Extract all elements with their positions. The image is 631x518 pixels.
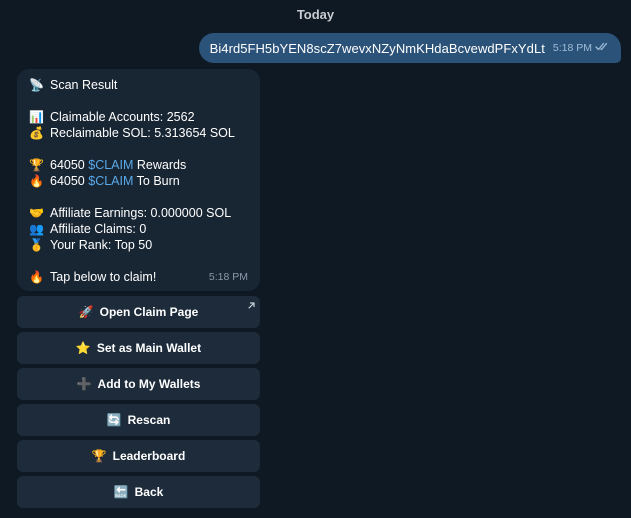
arrow-up-right-icon: [247, 299, 256, 313]
refresh-icon: 🔄: [106, 413, 122, 427]
bar-chart-icon: 📊: [29, 110, 44, 124]
rescan-button[interactable]: 🔄 Rescan: [17, 404, 260, 436]
claim-prompt-text: Tap below to claim!: [50, 270, 157, 284]
burn-amount: 64050: [50, 174, 85, 188]
rewards-line: 🏆 64050 $CLAIM Rewards: [29, 157, 250, 173]
handshake-icon: 🤝: [29, 206, 44, 220]
date-separator: Today: [296, 7, 335, 22]
burn-line: 🔥 64050 $CLAIM To Burn: [29, 173, 250, 189]
claim-cashtag-link[interactable]: $CLAIM: [88, 158, 133, 172]
rank-text: Your Rank: Top 50: [50, 238, 153, 252]
add-to-wallets-label: Add to My Wallets: [97, 377, 201, 391]
incoming-message[interactable]: 📡 Scan Result 📊 Claimable Accounts: 2562 💰…: [17, 69, 260, 291]
incoming-message-time: 5:18 PM: [208, 271, 248, 283]
set-main-wallet-label: Set as Main Wallet: [96, 341, 202, 355]
back-button[interactable]: 🔙 Back: [17, 476, 260, 508]
claimable-accounts-text: Claimable Accounts: 2562: [50, 110, 195, 124]
affiliate-claims-line: 👥 Affiliate Claims: 0: [29, 221, 250, 237]
rocket-icon: 🚀: [78, 305, 94, 319]
fire-icon: 🔥: [29, 270, 44, 284]
back-arrow-icon: 🔙: [113, 485, 129, 499]
rescan-label: Rescan: [127, 413, 171, 427]
star-icon: ⭐: [75, 341, 91, 355]
set-main-wallet-button[interactable]: ⭐ Set as Main Wallet: [17, 332, 260, 364]
outgoing-message-time: 5:18 PM: [552, 42, 592, 54]
scan-result-title: 📡 Scan Result: [29, 77, 250, 93]
back-label: Back: [134, 485, 164, 499]
claim-cashtag-link[interactable]: $CLAIM: [88, 174, 133, 188]
outgoing-message-meta: 5:18 PM: [553, 42, 609, 54]
trophy-icon: 🏆: [91, 449, 107, 463]
trophy-icon: 🏆: [29, 158, 44, 172]
rank-line: 🥇 Your Rank: Top 50: [29, 237, 250, 253]
affiliate-earnings-line: 🤝 Affiliate Earnings: 0.000000 SOL: [29, 205, 250, 221]
plus-icon: ➕: [76, 377, 92, 391]
money-bag-icon: 💰: [29, 126, 44, 140]
outgoing-message-text: Bi4rd5FH5bYEN8scZ7wevxNZyNmKHdaBcvewdPFx…: [209, 40, 545, 56]
add-to-wallets-button[interactable]: ➕ Add to My Wallets: [17, 368, 260, 400]
leaderboard-button[interactable]: 🏆 Leaderboard: [17, 440, 260, 472]
affiliate-claims-text: Affiliate Claims: 0: [50, 222, 147, 236]
people-icon: 👥: [29, 222, 44, 236]
outgoing-message[interactable]: Bi4rd5FH5bYEN8scZ7wevxNZyNmKHdaBcvewdPFx…: [198, 33, 621, 63]
rewards-amount: 64050: [50, 158, 85, 172]
scan-result-title-text: Scan Result: [50, 78, 118, 92]
burn-suffix: To Burn: [136, 174, 180, 188]
rewards-suffix: Rewards: [136, 158, 187, 172]
reclaimable-sol-text: Reclaimable SOL: 5.313654 SOL: [50, 126, 235, 140]
affiliate-earnings-text: Affiliate Earnings: 0.000000 SOL: [50, 206, 232, 220]
open-claim-page-label: Open Claim Page: [99, 305, 199, 319]
leaderboard-label: Leaderboard: [112, 449, 186, 463]
medal-icon: 🥇: [29, 238, 44, 252]
reclaimable-sol-line: 💰 Reclaimable SOL: 5.313654 SOL: [29, 125, 250, 141]
claimable-accounts-line: 📊 Claimable Accounts: 2562: [29, 109, 250, 125]
fire-icon: 🔥: [29, 174, 44, 188]
open-claim-page-button[interactable]: 🚀 Open Claim Page: [17, 296, 260, 328]
double-check-icon: [595, 42, 609, 54]
satellite-antenna-icon: 📡: [29, 78, 44, 92]
